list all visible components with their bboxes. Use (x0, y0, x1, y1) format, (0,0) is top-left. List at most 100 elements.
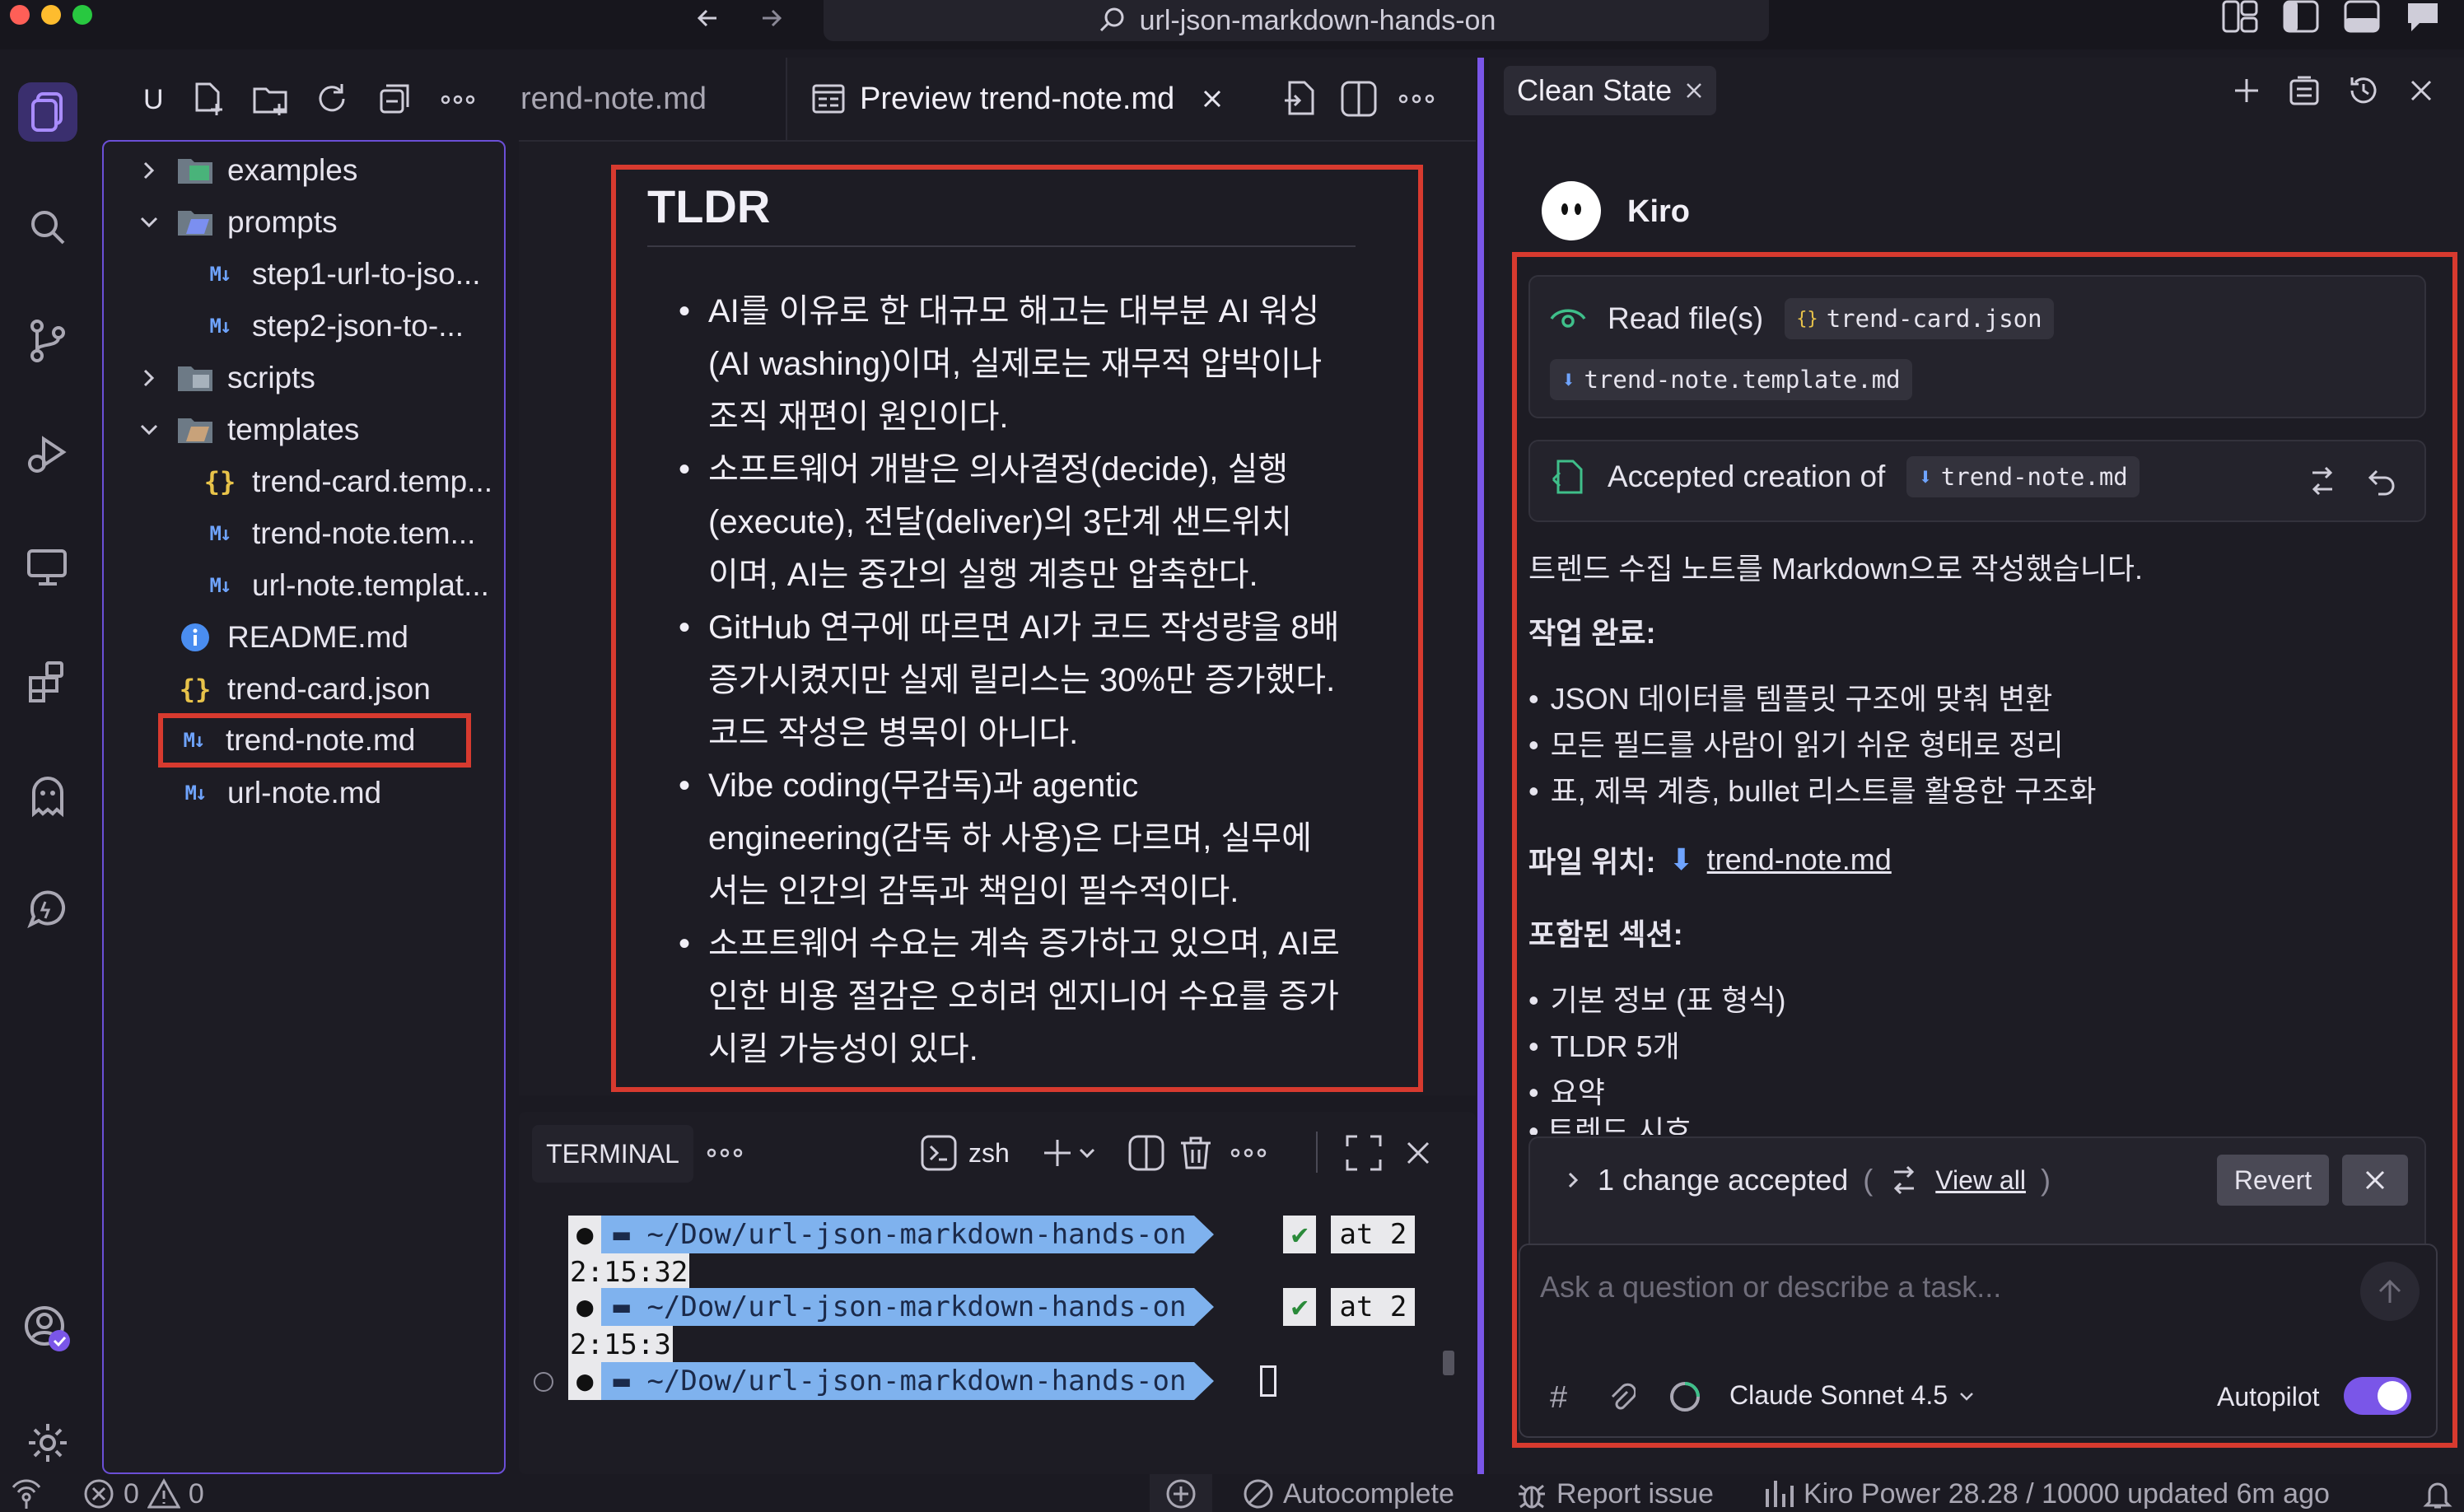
layout-customize-icon[interactable] (2220, 0, 2260, 36)
search-icon[interactable] (18, 198, 77, 257)
account-icon[interactable] (18, 1300, 77, 1359)
close-tab-icon[interactable] (1201, 87, 1224, 110)
problems-indicator[interactable]: 0 0 (82, 1477, 204, 1510)
chat-input-box: Ask a question or describe a task... # C… (1519, 1244, 2438, 1438)
kiro-ghost-icon[interactable] (18, 766, 77, 825)
run-debug-icon[interactable] (18, 425, 77, 484)
history-icon[interactable] (2347, 74, 2380, 107)
source-control-icon[interactable] (18, 311, 77, 371)
autocomplete-status[interactable]: Autocomplete (1242, 1477, 1454, 1510)
tree-file-step1[interactable]: M↓ step1-url-to-jso... (201, 249, 481, 300)
command-decoration-icon (534, 1372, 553, 1392)
close-panel-icon[interactable] (1403, 1138, 1433, 1168)
maximize-panel-icon[interactable] (1346, 1135, 1382, 1171)
tree-folder-scripts[interactable]: scripts (137, 352, 315, 404)
tab-terminal[interactable]: TERMINAL (532, 1125, 693, 1183)
editor-more-icon[interactable] (1397, 79, 1436, 119)
terminal-more-icon[interactable] (705, 1136, 744, 1169)
tree-file-readme[interactable]: README.md (176, 612, 408, 663)
refresh-icon[interactable] (314, 81, 352, 119)
tree-file-trend-card-json[interactable]: {} trend-card.json (176, 664, 431, 715)
file-location-link[interactable]: trend-note.md (1707, 842, 1892, 877)
chat-session-tab[interactable]: Clean State (1504, 66, 1717, 115)
file-chip[interactable]: ⬇ trend-note.md (1906, 456, 2140, 497)
send-button[interactable] (2360, 1262, 2420, 1321)
arrow-up-icon (2378, 1279, 2401, 1303)
extensions-icon[interactable] (18, 652, 77, 712)
tree-folder-templates[interactable]: templates (137, 404, 359, 455)
changes-bar: 1 change accepted ( View all ) Revert (1528, 1136, 2426, 1252)
accepted-creation-row: Accepted creation of ⬇ trend-note.md (1550, 456, 2140, 497)
tree-file-url-note-template[interactable]: M↓ url-note.templat... (201, 560, 489, 611)
back-arrow-icon[interactable] (692, 2, 725, 35)
tree-file-step2[interactable]: M↓ step2-json-to-... (201, 301, 464, 352)
tldr-item: 소프트웨어 개발은 의사결정(decide), 실행(execute), 전달(… (679, 443, 1341, 601)
terminal-actions-more-icon[interactable] (1229, 1136, 1268, 1169)
remote-explorer-icon[interactable] (18, 539, 77, 598)
dismiss-changes-button[interactable] (2342, 1155, 2408, 1206)
file-explorer: examples prompts M↓ step1-url-to-jso... … (102, 140, 506, 1474)
chat-toggle-icon[interactable] (2403, 0, 2443, 36)
new-session-icon[interactable] (2232, 76, 2261, 105)
terminal-shell-selector[interactable]: zsh (921, 1135, 1010, 1171)
zoom-window-button[interactable] (72, 5, 92, 25)
new-folder-icon[interactable] (251, 81, 289, 119)
terminal-prompt-line: ● ▬ ~/Dow/url-json-markdown-hands-on (568, 1288, 1215, 1326)
tree-file-url-note[interactable]: M↓ url-note.md (176, 768, 382, 819)
notifications-icon[interactable] (2421, 1477, 2454, 1510)
history-list-icon[interactable] (2288, 74, 2321, 107)
add-circle-icon[interactable] (1164, 1477, 1197, 1510)
folder-icon (176, 362, 214, 394)
command-center-search[interactable]: url-json-markdown-hands-on (824, 0, 1769, 41)
kiro-avatar-icon (1540, 180, 1603, 242)
tree-file-trend-card-template[interactable]: {} trend-card.temp... (201, 456, 492, 507)
tab-trend-note-md[interactable]: rend-note.md (519, 58, 786, 140)
collapse-all-icon[interactable] (376, 81, 414, 119)
tab-preview-trend-note[interactable]: Preview trend-note.md (787, 58, 1260, 140)
chevron-down-icon (1960, 1392, 1973, 1401)
close-chat-icon[interactable] (2408, 77, 2434, 104)
minimize-window-button[interactable] (41, 5, 61, 25)
settings-gear-icon[interactable] (18, 1413, 77, 1472)
tree-file-trend-note-template[interactable]: M↓ trend-note.tem... (201, 508, 476, 559)
terminal-scrollbar[interactable] (1443, 1351, 1454, 1375)
report-issue-item[interactable]: Report issue (1515, 1477, 1714, 1510)
file-diff-icon (1552, 460, 1583, 494)
split-terminal-icon[interactable] (1128, 1135, 1164, 1171)
attach-icon[interactable] (1606, 1380, 1636, 1413)
split-editor-icon[interactable] (1339, 79, 1379, 119)
new-terminal-icon[interactable] (1043, 1136, 1100, 1169)
revert-button[interactable]: Revert (2217, 1155, 2329, 1206)
toggle-sidebar-icon[interactable] (2281, 0, 2321, 36)
chevron-right-icon (1568, 1172, 1579, 1188)
view-diff-icon[interactable] (2306, 464, 2339, 497)
autopilot-toggle[interactable] (2344, 1377, 2411, 1415)
hash-context-icon[interactable]: # (1550, 1380, 1567, 1416)
more-actions-icon[interactable] (439, 81, 477, 119)
toggle-panel-icon[interactable] (2342, 0, 2382, 36)
kiro-power-usage[interactable]: Kiro Power 28.28 / 10000 updated 6m ago (1762, 1477, 2330, 1510)
close-window-button[interactable] (10, 5, 30, 25)
file-chip[interactable]: {} trend-card.json (1785, 298, 2054, 339)
trash-icon[interactable] (1178, 1135, 1214, 1171)
chat-input[interactable]: Ask a question or describe a task... (1540, 1270, 2001, 1304)
undo-icon[interactable] (2365, 464, 2398, 497)
kiro-chat-icon[interactable] (18, 880, 77, 939)
tree-folder-examples[interactable]: examples (137, 145, 357, 196)
new-file-icon[interactable] (189, 81, 226, 119)
forward-arrow-icon[interactable] (754, 2, 787, 35)
terminal-prompt-line: ● ▬ ~/Dow/url-json-markdown-hands-on (568, 1362, 1215, 1400)
terminal-cursor[interactable] (1260, 1365, 1276, 1397)
tree-file-trend-note-selected[interactable]: M↓ trend-note.md (158, 713, 471, 768)
file-chip[interactable]: ⬇ trend-note.template.md (1550, 359, 1912, 400)
explorer-icon[interactable] (18, 82, 77, 142)
bar-chart-icon (1766, 1481, 1794, 1507)
model-selector[interactable]: Claude Sonnet 4.5 (1729, 1380, 1976, 1411)
open-source-icon[interactable] (1281, 79, 1321, 119)
tree-folder-prompts[interactable]: prompts (137, 197, 338, 248)
close-icon[interactable] (1685, 82, 1703, 100)
view-all-link[interactable]: View all (1935, 1165, 2026, 1196)
panel-sash[interactable] (1477, 58, 1484, 1474)
remote-indicator[interactable] (10, 1477, 43, 1510)
changes-summary-row[interactable]: 1 change accepted ( View all ) (1563, 1163, 2051, 1197)
